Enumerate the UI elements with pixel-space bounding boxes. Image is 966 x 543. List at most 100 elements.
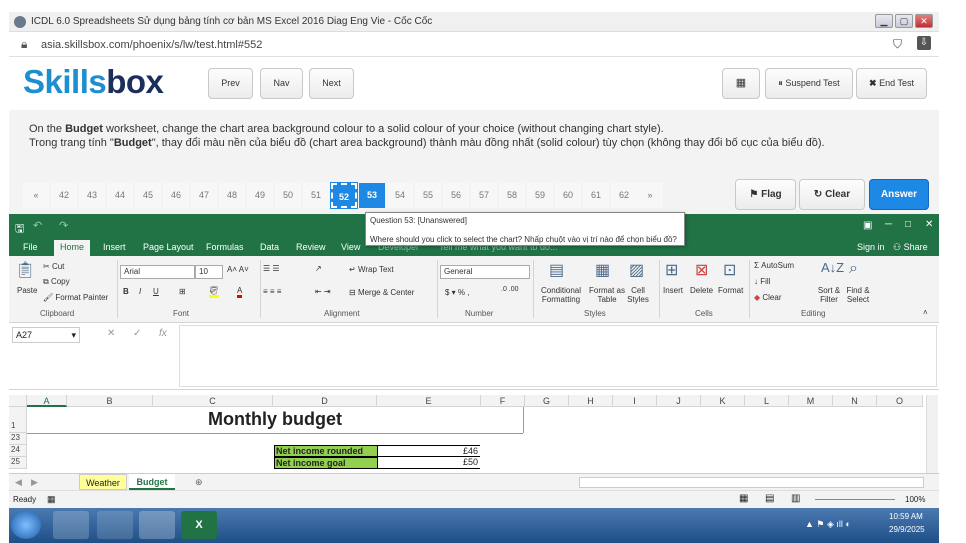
question-number-button[interactable]: 49 bbox=[247, 183, 273, 208]
cell-styles-button[interactable]: Cell Styles bbox=[623, 286, 653, 304]
col-header-m[interactable]: M bbox=[789, 395, 833, 407]
question-number-button[interactable]: 44 bbox=[107, 183, 133, 208]
format-painter-button[interactable]: 🖌︎ Format Painter bbox=[43, 293, 108, 302]
question-number-button[interactable]: 43 bbox=[79, 183, 105, 208]
col-header-e[interactable]: E bbox=[377, 395, 481, 407]
question-number-button[interactable]: 62 bbox=[611, 183, 637, 208]
worksheet-grid[interactable]: A B C D E F G H I J K L M N O 1 23 24 25… bbox=[9, 395, 939, 473]
question-number-button[interactable]: 55 bbox=[415, 183, 441, 208]
col-header-d[interactable]: D bbox=[273, 395, 377, 407]
question-number-button[interactable]: 50 bbox=[275, 183, 301, 208]
zoom-level[interactable]: 100% bbox=[905, 495, 925, 504]
save-icon[interactable]: 🖫 bbox=[15, 220, 24, 239]
number-format-select[interactable]: General bbox=[440, 265, 530, 279]
currency-icon[interactable]: $ ▾ % , bbox=[445, 288, 469, 297]
excel-taskbar-icon[interactable]: X bbox=[181, 511, 217, 539]
insert-cells-button[interactable]: Insert bbox=[663, 286, 683, 295]
col-header-a[interactable]: A bbox=[27, 395, 67, 407]
question-number-button[interactable]: 42 bbox=[51, 183, 77, 208]
suspend-test-button[interactable]: ⏸︎ Suspend Test bbox=[765, 68, 853, 99]
delete-cells-button[interactable]: Delete bbox=[690, 286, 713, 295]
shield-icon[interactable]: ⛉ bbox=[893, 37, 902, 52]
row-header-25[interactable]: 25 bbox=[9, 457, 27, 469]
col-header-o[interactable]: O bbox=[877, 395, 923, 407]
tab-insert[interactable]: Insert bbox=[103, 242, 126, 252]
macro-icon[interactable]: ▦ bbox=[47, 494, 56, 505]
sort-filter-button[interactable]: Sort & Filter bbox=[815, 286, 843, 304]
paste-button[interactable]: Paste bbox=[17, 286, 37, 295]
prev-button[interactable]: Prev bbox=[208, 68, 253, 99]
cell-styles-icon[interactable]: ▨ bbox=[629, 260, 644, 280]
start-button-icon[interactable] bbox=[11, 511, 41, 539]
address-bar[interactable]: 🔒︎ asia.skillsbox.com/phoenix/s/lw/test.… bbox=[9, 33, 939, 57]
align-top-icon[interactable]: ☰ ☰ bbox=[263, 264, 280, 273]
name-box[interactable]: A27 ▾ bbox=[12, 327, 80, 343]
col-header-g[interactable]: G bbox=[525, 395, 569, 407]
col-header-b[interactable]: B bbox=[67, 395, 153, 407]
sheet-scroll-right-icon[interactable]: ▶ bbox=[31, 474, 38, 490]
undo-icon[interactable]: ↶ bbox=[33, 219, 42, 232]
question-number-button[interactable]: 60 bbox=[555, 183, 581, 208]
conditional-formatting-button[interactable]: Conditional Formatting bbox=[537, 286, 585, 304]
excel-close-button[interactable]: ✕ bbox=[925, 219, 933, 230]
insert-cells-icon[interactable]: ⊞ bbox=[665, 260, 678, 280]
formula-input[interactable] bbox=[179, 325, 937, 387]
insert-function-icon[interactable]: fx bbox=[159, 328, 167, 339]
italic-button[interactable]: I bbox=[139, 287, 141, 296]
sheet-scroll-left-icon[interactable]: ◀ bbox=[15, 474, 22, 490]
clock-time[interactable]: 10:59 AM bbox=[889, 512, 923, 521]
row-header-24[interactable]: 24 bbox=[9, 445, 27, 457]
answer-button[interactable]: Answer bbox=[869, 179, 929, 210]
cell-d25[interactable]: Net income goal bbox=[274, 457, 378, 469]
nav-first-button[interactable]: « bbox=[23, 183, 49, 208]
page-break-icon[interactable]: ▥ bbox=[791, 493, 800, 504]
cell-d24[interactable]: Net income rounded bbox=[274, 445, 378, 457]
clock-date[interactable]: 29/9/2025 bbox=[889, 525, 925, 534]
decimal-icon[interactable]: .0 .00 bbox=[501, 286, 519, 293]
format-cells-icon[interactable]: ⊡ bbox=[723, 260, 736, 280]
question-number-button[interactable]: 48 bbox=[219, 183, 245, 208]
font-grow-icon[interactable]: A˄ A˅ bbox=[227, 265, 249, 274]
normal-view-icon[interactable]: ▦ bbox=[739, 493, 748, 504]
end-test-button[interactable]: ✖ End Test bbox=[856, 68, 927, 99]
tray-icons[interactable]: ▲ ⚑ ◈ ıll ◐ bbox=[805, 519, 851, 530]
next-button[interactable]: Next bbox=[309, 68, 354, 99]
file-explorer-icon[interactable] bbox=[53, 511, 89, 539]
font-color-icon[interactable]: A bbox=[237, 286, 243, 298]
paste-icon[interactable]: 📋︎ bbox=[15, 260, 35, 280]
indent-icon[interactable]: ⇤ ⇥ bbox=[315, 287, 331, 296]
close-window-button[interactable]: ✕ bbox=[915, 14, 933, 28]
horizontal-scrollbar[interactable] bbox=[579, 477, 924, 488]
tab-view[interactable]: View bbox=[341, 242, 360, 252]
sheet-tab-weather[interactable]: Weather bbox=[79, 474, 127, 490]
tab-file[interactable]: File bbox=[23, 242, 38, 252]
orientation-icon[interactable]: ↗ bbox=[315, 264, 322, 273]
clear-button[interactable]: ↻ Clear bbox=[799, 179, 865, 210]
col-header-k[interactable]: K bbox=[701, 395, 745, 407]
font-size-select[interactable]: 10 bbox=[195, 265, 223, 279]
url-text[interactable]: asia.skillsbox.com/phoenix/s/lw/test.htm… bbox=[41, 39, 262, 51]
chart-title-cell[interactable]: Monthly budget bbox=[27, 407, 523, 433]
question-number-button[interactable]: 58 bbox=[499, 183, 525, 208]
bold-button[interactable]: B bbox=[123, 287, 129, 296]
question-number-button[interactable]: 61 bbox=[583, 183, 609, 208]
question-number-button[interactable]: 45 bbox=[135, 183, 161, 208]
question-number-button[interactable]: 54 bbox=[387, 183, 413, 208]
sign-in-link[interactable]: Sign in bbox=[857, 242, 885, 252]
question-number-button[interactable]: 51 bbox=[303, 183, 329, 208]
sort-icon[interactable]: A↓Z bbox=[821, 260, 844, 275]
row-header-1[interactable]: 1 bbox=[9, 407, 27, 433]
ribbon-display-icon[interactable]: ▣ bbox=[863, 220, 872, 231]
format-table-icon[interactable]: ▦ bbox=[595, 260, 610, 280]
nav-last-button[interactable]: » bbox=[637, 183, 663, 208]
formula-cancel-icon[interactable]: ✕ bbox=[107, 328, 115, 339]
clear-format-button[interactable]: ◆ Clear bbox=[754, 293, 782, 302]
coccoc-browser-icon[interactable] bbox=[139, 511, 175, 539]
cell-e24[interactable]: £46 bbox=[378, 445, 480, 457]
tab-formulas[interactable]: Formulas bbox=[206, 242, 244, 252]
add-sheet-icon[interactable]: ⊕ bbox=[195, 474, 203, 490]
vertical-scrollbar[interactable] bbox=[926, 395, 938, 473]
format-cells-button[interactable]: Format bbox=[718, 286, 743, 295]
snipping-tool-icon[interactable] bbox=[97, 511, 133, 539]
tab-review[interactable]: Review bbox=[296, 242, 326, 252]
